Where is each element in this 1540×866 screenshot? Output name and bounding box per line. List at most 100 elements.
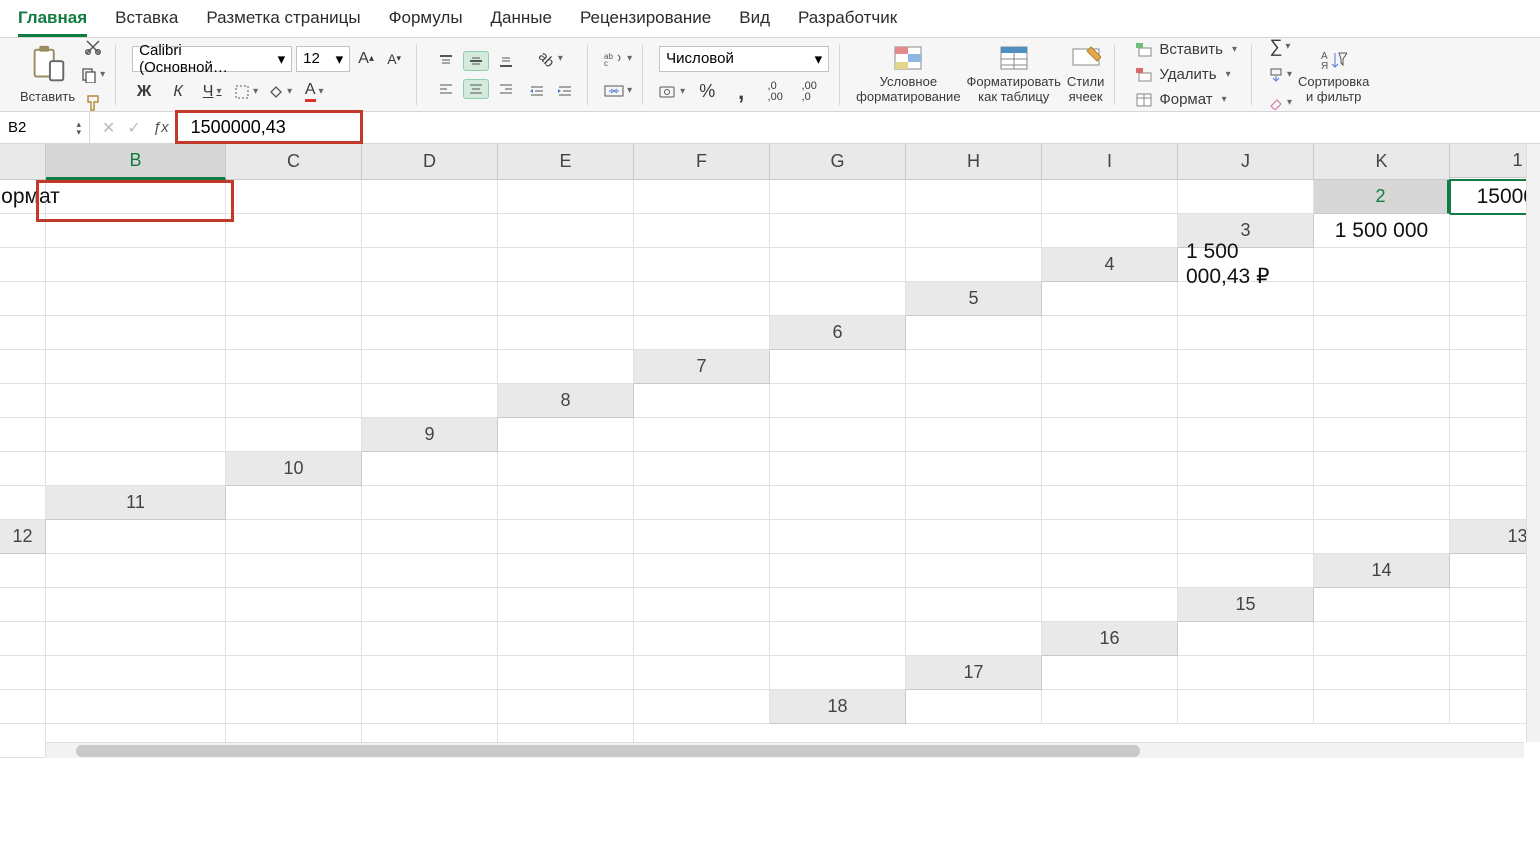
cell-I3[interactable]	[634, 248, 770, 282]
cell-J9[interactable]	[0, 452, 46, 486]
cell-K16[interactable]	[770, 656, 906, 690]
format-cells-button[interactable]: Формат	[1131, 89, 1230, 110]
align-bottom-button[interactable]	[493, 51, 519, 71]
cell-D18[interactable]	[1178, 690, 1314, 724]
increase-indent-button[interactable]	[553, 79, 577, 103]
cell-K8[interactable]	[226, 418, 362, 452]
row-header[interactable]: 2	[1314, 180, 1450, 214]
autosum-button[interactable]: ∑	[1268, 35, 1292, 59]
cell-D15[interactable]	[0, 622, 46, 656]
cell-G9[interactable]	[1178, 418, 1314, 452]
row-header[interactable]: 6	[770, 316, 906, 350]
cell-E16[interactable]	[0, 656, 46, 690]
cell-B8[interactable]	[634, 384, 770, 418]
cell-D17[interactable]	[1314, 656, 1450, 690]
cell-E11[interactable]	[634, 486, 770, 520]
cell-G10[interactable]	[1042, 452, 1178, 486]
cell-K4[interactable]	[770, 282, 906, 316]
cell-J16[interactable]	[634, 656, 770, 690]
row-header[interactable]: 16	[1042, 622, 1178, 656]
row-header[interactable]: 17	[906, 656, 1042, 690]
cell-I2[interactable]	[770, 214, 906, 248]
align-middle-button[interactable]	[463, 51, 489, 71]
fill-button[interactable]	[1268, 63, 1292, 87]
merge-button[interactable]	[604, 79, 632, 103]
cell-B1[interactable]: Формат	[0, 180, 46, 214]
cell-E8[interactable]	[1042, 384, 1178, 418]
cell-B4[interactable]: 1 500 000,43 ₽	[1178, 248, 1314, 282]
cell-C16[interactable]	[1314, 622, 1450, 656]
row-header[interactable]: 9	[362, 418, 498, 452]
name-box[interactable]: B2 ▴▾	[0, 112, 90, 143]
percent-button[interactable]: %	[695, 80, 719, 104]
cell-B16[interactable]	[1178, 622, 1314, 656]
wrap-text-button[interactable]: abc	[604, 47, 632, 71]
column-header[interactable]: C	[226, 144, 362, 180]
cell-C1[interactable]	[46, 180, 226, 214]
align-center-button[interactable]	[463, 79, 489, 99]
cell-I14[interactable]	[770, 588, 906, 622]
cell-J17[interactable]	[498, 690, 634, 724]
cell-C8[interactable]	[770, 384, 906, 418]
cut-button[interactable]	[81, 35, 105, 59]
cell-C11[interactable]	[362, 486, 498, 520]
row-header[interactable]: 11	[46, 486, 226, 520]
increase-font-button[interactable]: A▴	[354, 47, 378, 71]
cell-I6[interactable]	[226, 350, 362, 384]
cell-K17[interactable]	[634, 690, 770, 724]
cell-G5[interactable]	[46, 316, 226, 350]
cell-I8[interactable]	[0, 418, 46, 452]
cell-D6[interactable]	[1178, 316, 1314, 350]
cell-F16[interactable]	[46, 656, 226, 690]
bold-button[interactable]: Ж	[132, 80, 156, 104]
cell-D11[interactable]	[498, 486, 634, 520]
cell-G15[interactable]	[362, 622, 498, 656]
cell-H16[interactable]	[362, 656, 498, 690]
cell-D2[interactable]	[46, 214, 226, 248]
cell-B9[interactable]	[498, 418, 634, 452]
cell-I7[interactable]	[46, 384, 226, 418]
row-header[interactable]: 5	[906, 282, 1042, 316]
cell-E3[interactable]	[46, 248, 226, 282]
cell-I5[interactable]	[362, 316, 498, 350]
orientation-button[interactable]: ab	[539, 47, 563, 71]
row-header[interactable]: 15	[1178, 588, 1314, 622]
tab-data[interactable]: Данные	[491, 8, 552, 37]
cell-D14[interactable]	[46, 588, 226, 622]
column-header[interactable]: J	[1178, 144, 1314, 180]
cell-H4[interactable]	[362, 282, 498, 316]
cell-I13[interactable]	[906, 554, 1042, 588]
row-header[interactable]: 7	[634, 350, 770, 384]
cell-H14[interactable]	[634, 588, 770, 622]
cell-K13[interactable]	[1178, 554, 1314, 588]
cell-H3[interactable]	[498, 248, 634, 282]
cell-B17[interactable]	[1042, 656, 1178, 690]
cell-E6[interactable]	[1314, 316, 1450, 350]
cell-G6[interactable]	[0, 350, 46, 384]
cell-J6[interactable]	[362, 350, 498, 384]
cell-H1[interactable]	[770, 180, 906, 214]
row-header[interactable]: 12	[0, 520, 46, 554]
clear-button[interactable]	[1268, 91, 1292, 115]
cell-B11[interactable]	[226, 486, 362, 520]
cell-C9[interactable]	[634, 418, 770, 452]
tab-formulas[interactable]: Формулы	[389, 8, 463, 37]
cell-F9[interactable]	[1042, 418, 1178, 452]
underline-button[interactable]: Ч	[200, 80, 224, 104]
cell-F1[interactable]	[498, 180, 634, 214]
cell-E2[interactable]	[226, 214, 362, 248]
cell-I1[interactable]	[906, 180, 1042, 214]
cell-C13[interactable]	[46, 554, 226, 588]
row-header[interactable]: 8	[498, 384, 634, 418]
tab-view[interactable]: Вид	[739, 8, 770, 37]
cell-F5[interactable]	[0, 316, 46, 350]
tab-page-layout[interactable]: Разметка страницы	[206, 8, 360, 37]
format-painter-button[interactable]	[81, 91, 105, 115]
increase-decimal-button[interactable]: ,0,00	[763, 80, 787, 104]
decrease-decimal-button[interactable]: ,00,0	[797, 80, 821, 104]
align-top-button[interactable]	[433, 51, 459, 71]
cell-B5[interactable]	[1042, 282, 1178, 316]
cell-E7[interactable]	[1178, 350, 1314, 384]
enter-icon[interactable]: ✓	[127, 118, 140, 138]
format-as-table-button[interactable]: Форматировать как таблицу	[967, 44, 1061, 105]
